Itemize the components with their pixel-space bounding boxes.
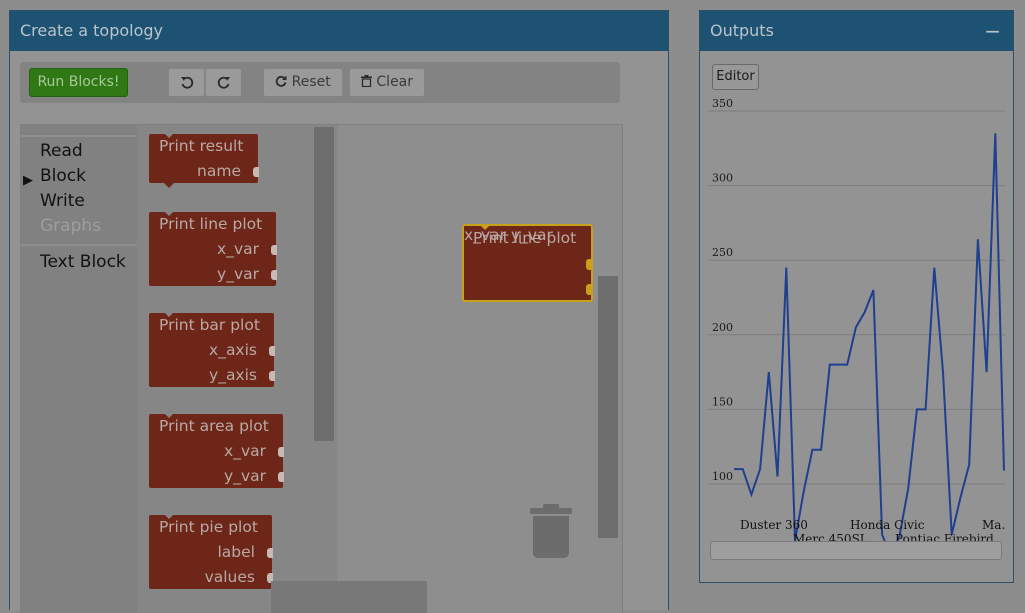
x-tick-label: Duster 360: [740, 518, 808, 532]
block-title: Print line plot: [159, 215, 263, 233]
input-socket: [269, 371, 275, 381]
y-tick-label: 200: [712, 321, 733, 334]
input-socket: [586, 284, 593, 295]
workspace-block-print-line-plot[interactable]: Print line plot x_var y_var: [462, 224, 593, 302]
block-input-label: x_var: [217, 240, 259, 258]
reset-button[interactable]: Reset: [263, 68, 343, 97]
run-blocks-button[interactable]: Run Blocks!: [29, 68, 128, 97]
toolbox-separator: [21, 244, 137, 246]
toolbox-separator: [21, 135, 137, 137]
y-tick-label: 350: [712, 97, 733, 110]
outputs-panel-header: Outputs −: [700, 11, 1013, 51]
block-title: Print result: [159, 137, 244, 155]
block-print-line-plot[interactable]: Print line plot x_var y_var: [149, 211, 277, 286]
workspace-horizontal-scrollbar[interactable]: [271, 581, 427, 613]
expanded-arrow-icon: ▶: [23, 173, 33, 188]
topology-panel-title: Create a topology: [20, 21, 164, 40]
block-input-label: y_var: [224, 467, 266, 485]
trash-can-body: [533, 516, 569, 558]
input-socket: [253, 167, 259, 177]
toolbox: Read ▶ Block Write Graphs Text Block: [21, 125, 137, 613]
block-print-pie-plot[interactable]: Print pie plot label values: [149, 514, 273, 589]
block-input-label: label: [217, 543, 256, 561]
toolbox-category-block[interactable]: Block: [40, 166, 86, 186]
editor-button[interactable]: Editor: [712, 64, 759, 90]
block-input-label: x_var: [224, 442, 266, 460]
outputs-panel-title: Outputs: [710, 21, 774, 40]
y-tick-label: 250: [712, 246, 733, 259]
refresh-icon: [276, 75, 287, 87]
input-socket: [271, 270, 277, 280]
flyout-scrollbar[interactable]: [314, 127, 334, 441]
trash-can-lid: [530, 508, 572, 514]
topology-panel-header: Create a topology: [10, 11, 668, 51]
x-tick-label: Honda Civic: [850, 518, 925, 532]
block-input-label: y_var: [217, 265, 259, 283]
block-input-label: y_axis: [209, 366, 257, 384]
block-title: Print line plot: [473, 229, 577, 247]
minimize-button[interactable]: −: [984, 11, 1001, 51]
series-line: [734, 133, 1005, 541]
undo-icon: [180, 76, 193, 89]
input-socket: [269, 346, 275, 356]
input-socket: [586, 259, 593, 270]
input-socket: [267, 548, 273, 558]
block-print-result[interactable]: Print result name: [149, 133, 259, 188]
blockly-workspace[interactable]: Read ▶ Block Write Graphs Text Block Pri…: [20, 124, 623, 613]
reset-label: Reset: [291, 74, 331, 90]
block-title: Print pie plot: [159, 518, 258, 536]
toolbox-category-write[interactable]: Write: [40, 191, 85, 211]
y-tick-label: 300: [712, 172, 733, 185]
output-line-chart: 100 150 200 250 300 350 Duster 360Merc 450SLHo…: [708, 97, 1005, 541]
x-tick-label: Merc 450SL: [793, 532, 868, 541]
clear-button[interactable]: Clear: [349, 68, 425, 97]
undo-button[interactable]: [168, 68, 205, 97]
block-input-label: x_axis: [209, 341, 257, 359]
outputs-panel: Outputs − Editor 100 150 200 250 300 350 Duste…: [699, 10, 1014, 583]
trash-icon: [360, 75, 372, 88]
block-title: Print bar plot: [159, 316, 260, 334]
y-tick-label: 150: [712, 395, 733, 408]
block-title: Print area plot: [159, 417, 269, 435]
toolbox-category-graphs[interactable]: Graphs: [40, 216, 101, 236]
workspace-vertical-scrollbar[interactable]: [598, 276, 618, 538]
block-print-bar-plot[interactable]: Print bar plot x_axis y_axis: [149, 312, 275, 387]
block-input-label: values: [204, 568, 255, 586]
chart-horizontal-scrollbar[interactable]: [710, 541, 1002, 560]
y-tick-label: 100: [712, 470, 733, 483]
input-socket: [271, 245, 277, 255]
block-print-area-plot[interactable]: Print area plot x_var y_var: [149, 413, 284, 488]
topology-panel: Create a topology Run Blocks! Reset Clea…: [9, 10, 669, 613]
x-tick-label: Ma...: [982, 518, 1005, 532]
redo-icon: [217, 76, 230, 89]
input-socket: [278, 472, 284, 482]
x-tick-label: Pontiac Firebird: [895, 532, 994, 541]
toolbox-category-text-block[interactable]: Text Block: [40, 252, 126, 272]
toolbox-category-read[interactable]: Read: [40, 141, 83, 161]
block-input-label: name: [197, 162, 241, 180]
input-socket: [278, 447, 284, 457]
block-toolbar: Run Blocks! Reset Clear: [20, 62, 620, 103]
redo-button[interactable]: [205, 68, 242, 97]
clear-label: Clear: [376, 74, 414, 90]
